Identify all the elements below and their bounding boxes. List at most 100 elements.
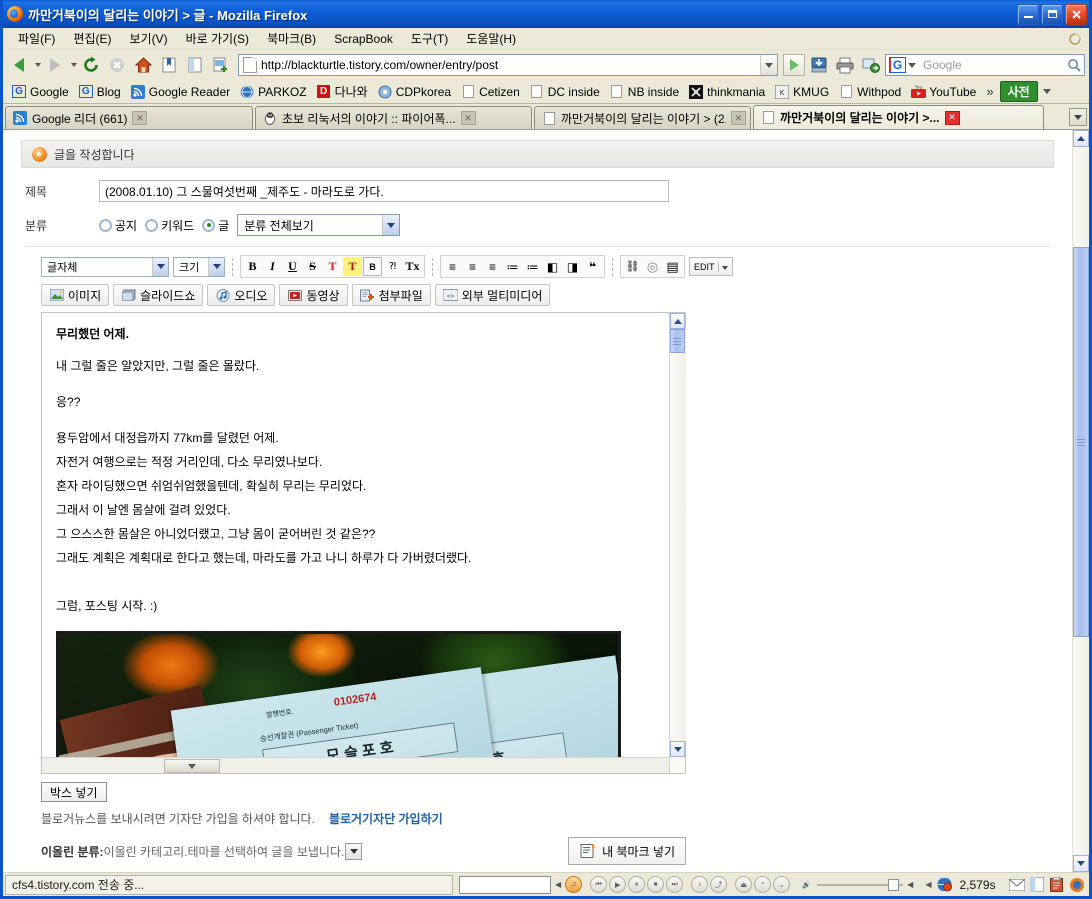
editor-scroll-thumb[interactable] [669, 329, 685, 353]
firefox-tray-icon[interactable] [1068, 876, 1086, 894]
align-right-button[interactable]: ≡ [483, 257, 502, 276]
page-vertical-scrollbar[interactable] [1072, 130, 1089, 872]
tab-close-icon[interactable]: ✕ [460, 111, 476, 125]
globe-clock-tray-icon[interactable] [935, 876, 953, 894]
radio-notice[interactable]: 공지 [99, 217, 137, 234]
stop-button[interactable]: ⏹ [647, 876, 665, 893]
prev-track-button[interactable]: ⏮ [590, 876, 608, 893]
mail-tray-icon[interactable] [1008, 876, 1026, 894]
menu-edit[interactable]: 편집(E) [64, 28, 120, 49]
editor-vertical-scrollbar[interactable] [669, 313, 686, 773]
align-left-button[interactable]: ≡ [443, 257, 462, 276]
shuffle-button[interactable]: ⤴ [710, 876, 728, 893]
bookmark-youtube[interactable]: You YouTube [906, 83, 980, 101]
bookmarks-bar-dropdown-icon[interactable] [1042, 89, 1051, 94]
eolin-dropdown-icon[interactable] [345, 842, 363, 860]
bookmark-parkoz[interactable]: PARKOZ [235, 83, 310, 101]
forward-dropdown-icon[interactable] [71, 63, 77, 67]
scroll-down-button[interactable]: ⌄ [773, 876, 791, 893]
font-size-select[interactable]: 크기 [173, 256, 225, 277]
my-bookmark-button[interactable]: 내 북마크 넣기 [568, 837, 686, 865]
page-scroll-up-button[interactable] [1073, 130, 1089, 147]
insert-slideshow-button[interactable]: 슬라이드쇼 [113, 284, 204, 306]
search-engine-icon[interactable]: G [889, 57, 906, 73]
home-button[interactable] [131, 53, 155, 77]
menu-help[interactable]: 도움말(H) [457, 28, 525, 49]
chevron-down-icon[interactable] [152, 257, 168, 276]
bold-button[interactable]: B [243, 257, 262, 276]
strikethrough-button[interactable]: S [303, 257, 322, 276]
tab-google-reader[interactable]: Google 리더 (661) ✕ [5, 106, 253, 129]
url-bar[interactable]: http://blackturtle.tistory.com/owner/ent… [238, 54, 778, 76]
forward-button[interactable] [43, 53, 67, 77]
editor-hscroll-thumb[interactable] [164, 759, 220, 773]
volume-slider[interactable] [817, 878, 904, 892]
bookmark-sidebar-button[interactable] [157, 53, 181, 77]
menu-go[interactable]: 바로 가기(S) [177, 28, 259, 49]
category-select[interactable]: 분류 전체보기 [237, 214, 401, 236]
italic-button[interactable]: I [263, 257, 282, 276]
background-color-button[interactable]: B [363, 257, 382, 276]
tray-expand-arrow-icon[interactable]: ◀ [923, 880, 933, 889]
page-scroll-thumb[interactable] [1073, 247, 1089, 637]
search-bar[interactable]: G Google [885, 54, 1085, 76]
editor-scroll-up-button[interactable] [670, 313, 685, 329]
remove-format-button[interactable]: Tx [403, 257, 422, 276]
editor-document[interactable]: 무리했던 어제. 내 그럴 줄은 알았지만, 그럴 줄은 몰랐다. 응?? 용두… [42, 313, 669, 773]
back-dropdown-icon[interactable] [35, 63, 41, 67]
share-button[interactable] [859, 53, 883, 77]
page-scroll-down-button[interactable] [1073, 855, 1089, 872]
link-button[interactable]: ⛓ [623, 257, 642, 276]
editor-scroll-track[interactable] [669, 329, 686, 741]
bookmark-nbinside[interactable]: NB inside [605, 83, 683, 101]
editor-scroll-down-button[interactable] [670, 741, 685, 757]
indent-button[interactable]: ◨ [563, 257, 582, 276]
close-button[interactable] [1065, 3, 1087, 25]
bookmark-dcinside[interactable]: DC inside [525, 83, 604, 101]
bookmark-danawa[interactable]: D 다나와 [312, 82, 372, 101]
menu-view[interactable]: 보기(V) [120, 28, 176, 49]
radio-keyword[interactable]: 키워드 [145, 217, 194, 234]
tab-close-icon[interactable]: ✕ [132, 111, 148, 125]
go-button[interactable] [783, 54, 805, 76]
post-title-input[interactable]: (2008.01.10) 그 스물여섯번째 _제주도 - 마라도로 가다. [99, 180, 669, 202]
window-tray-icon[interactable] [1028, 876, 1046, 894]
clipboard-tray-icon[interactable] [1048, 876, 1066, 894]
menu-tools[interactable]: 도구(T) [402, 28, 457, 49]
bookmark-cetizen[interactable]: Cetizen [456, 83, 524, 101]
bookmarks-overflow-button[interactable]: » [981, 84, 998, 99]
chevron-down-icon[interactable] [382, 215, 400, 235]
chevron-down-icon[interactable] [208, 257, 224, 276]
tab-blackturtle-post[interactable]: 까만거북이의 달리는 이야기 >... ✕ [753, 105, 1044, 129]
insert-image-button[interactable]: 이미지 [41, 284, 110, 306]
insert-video-button[interactable]: 동영상 [279, 284, 348, 306]
menu-bookmarks[interactable]: 북마크(B) [258, 28, 325, 49]
add-bookmark-button[interactable] [209, 53, 233, 77]
bookmark-cdpkorea[interactable]: CDPkorea [373, 83, 455, 101]
bookmark-blog[interactable]: G Blog [74, 83, 125, 101]
volume-icon[interactable]: 🔊 [798, 876, 815, 893]
back-button[interactable] [7, 53, 31, 77]
tab-close-icon[interactable]: ✕ [944, 110, 960, 125]
stop-button[interactable] [105, 53, 129, 77]
tab-blackturtle-2[interactable]: 까만거북이의 달리는 이야기 > (2... ✕ [534, 106, 751, 129]
underline-button[interactable]: U [283, 257, 302, 276]
eolin-value[interactable]: 이올린 카테고리.테마를 선택하여 글을 보냅니다. [104, 843, 345, 860]
menu-file[interactable]: 파일(F) [9, 28, 64, 49]
menu-scrapbook[interactable]: ScrapBook [325, 30, 402, 48]
print-button[interactable] [833, 53, 857, 77]
edit-mode-button[interactable]: EDIT [689, 257, 733, 276]
bookmark-dictionary[interactable]: 사전 [999, 81, 1038, 102]
insert-audio-button[interactable]: 오디오 [207, 284, 276, 306]
tab-list-dropdown-button[interactable] [1069, 108, 1087, 126]
table-button[interactable]: ▤ [663, 257, 682, 276]
radio-post[interactable]: 글 [202, 217, 229, 234]
highlight-button[interactable]: T [343, 257, 362, 276]
bookmark-withpod[interactable]: Withpod [834, 83, 905, 101]
search-engine-dropdown-icon[interactable] [908, 62, 916, 68]
tray-collapse-arrow-icon[interactable]: ◀ [905, 880, 915, 889]
pause-button[interactable]: ⏸ [628, 876, 646, 893]
editor-horizontal-scrollbar[interactable] [42, 757, 669, 773]
bookmark-thinkmania[interactable]: thinkmania [684, 83, 769, 101]
tab-linux-story[interactable]: 초보 리눅서의 이야기 :: 파이어폭... ✕ [255, 106, 532, 129]
